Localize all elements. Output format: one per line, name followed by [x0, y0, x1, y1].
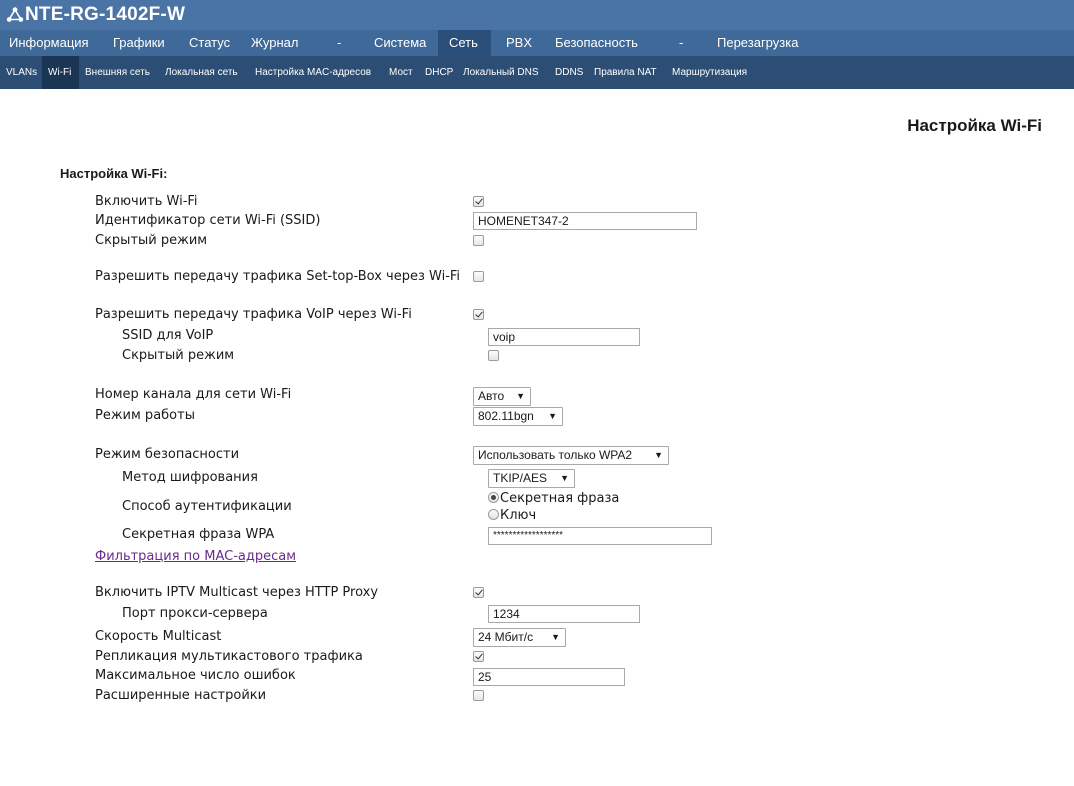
- max-errors-input[interactable]: 25: [473, 668, 625, 686]
- proxy-port-input[interactable]: 1234: [488, 605, 640, 623]
- hidden-mode-checkbox[interactable]: [473, 235, 484, 246]
- tab-dhcp[interactable]: DHCP: [419, 56, 459, 89]
- tab-ddns[interactable]: DDNS: [549, 56, 589, 89]
- max-errors-label: Максимальное число ошибок: [95, 668, 296, 683]
- tab-bridge[interactable]: Мост: [383, 56, 419, 89]
- dropdown-arrow-icon: ▼: [516, 391, 525, 401]
- ssid-label: Идентификатор сети Wi-Fi (SSID): [95, 213, 321, 228]
- iptv-checkbox[interactable]: [473, 587, 484, 598]
- voip-ssid-label: SSID для VoIP: [122, 328, 214, 343]
- auth-label: Способ аутентификации: [122, 499, 292, 514]
- proxy-port-label: Порт прокси-сервера: [122, 606, 268, 621]
- voip-label: Разрешить передачу трафика VoIP через Wi…: [95, 307, 412, 322]
- network-logo-icon: [6, 7, 24, 22]
- hidden-mode-label: Скрытый режим: [95, 233, 208, 248]
- channel-label: Номер канала для сети Wi-Fi: [95, 387, 292, 402]
- stb-label: Разрешить передачу трафика Set-top-Box ч…: [95, 269, 461, 284]
- mode-label: Режим работы: [95, 408, 195, 423]
- tab-vlans[interactable]: VLANs: [0, 56, 43, 89]
- multicast-speed-select-value: 24 Мбит/с: [478, 630, 534, 644]
- menu-item-reboot[interactable]: Перезагрузка: [708, 30, 807, 56]
- tab-routing[interactable]: Маршрутизация: [666, 56, 753, 89]
- voip-checkbox[interactable]: [473, 309, 484, 320]
- replication-label: Репликация мультикастового трафика: [95, 649, 363, 664]
- dropdown-arrow-icon: ▼: [551, 632, 560, 642]
- tab-wan[interactable]: Внешняя сеть: [79, 56, 156, 89]
- mode-select[interactable]: 802.11bgn ▼: [473, 407, 563, 426]
- ssid-input[interactable]: HOMENET347-2: [473, 212, 697, 230]
- tab-lan[interactable]: Локальная сеть: [159, 56, 244, 89]
- encryption-select-value: TKIP/AES: [493, 471, 548, 485]
- mode-select-value: 802.11bgn: [478, 409, 534, 423]
- replication-checkbox[interactable]: [473, 651, 484, 662]
- security-label: Режим безопасности: [95, 447, 240, 462]
- channel-select-value: Авто: [478, 389, 505, 403]
- auth-key-label: Ключ: [500, 508, 537, 523]
- security-select[interactable]: Использовать только WPA2 ▼: [473, 446, 669, 465]
- multicast-speed-select[interactable]: 24 Мбит/с ▼: [473, 628, 566, 647]
- app-title: NTE-RG-1402F-W: [25, 4, 186, 25]
- menu-item-graphs[interactable]: Графики: [104, 30, 174, 56]
- auth-passphrase-label: Секретная фраза: [500, 491, 620, 506]
- main-menu: Информация Графики Статус Журнал - Систе…: [0, 30, 1074, 56]
- menu-item-log[interactable]: Журнал: [242, 30, 307, 56]
- sub-menu: VLANs Wi-Fi Внешняя сеть Локальная сеть …: [0, 56, 1074, 89]
- menu-item-info[interactable]: Информация: [0, 30, 98, 56]
- security-select-value: Использовать только WPA2: [478, 448, 633, 462]
- tab-nat-rules[interactable]: Правила NAT: [588, 56, 663, 89]
- enable-wifi-checkbox[interactable]: [473, 196, 484, 207]
- encryption-select[interactable]: TKIP/AES ▼: [488, 469, 575, 488]
- enable-wifi-label: Включить Wi-Fi: [95, 194, 198, 209]
- auth-passphrase-radio[interactable]: [488, 492, 499, 503]
- auth-key-radio[interactable]: [488, 509, 499, 520]
- channel-select[interactable]: Авто ▼: [473, 387, 531, 406]
- menu-item-network[interactable]: Сеть: [438, 30, 491, 56]
- wpa-phrase-input[interactable]: ******************: [488, 527, 712, 545]
- voip-hidden-checkbox[interactable]: [488, 350, 499, 361]
- advanced-label: Расширенные настройки: [95, 688, 267, 703]
- encryption-label: Метод шифрования: [122, 470, 258, 485]
- voip-hidden-label: Скрытый режим: [122, 348, 235, 363]
- dropdown-arrow-icon: ▼: [548, 411, 557, 421]
- page-title: Настройка Wi-Fi: [907, 116, 1042, 135]
- menu-item-status[interactable]: Статус: [180, 30, 239, 56]
- mac-filter-link[interactable]: Фильтрация по MAC-адресам: [95, 549, 296, 565]
- section-title: Настройка Wi-Fi:: [60, 166, 168, 181]
- app-logo: NTE-RG-1402F-W: [6, 3, 185, 27]
- tab-wifi[interactable]: Wi-Fi: [42, 56, 79, 89]
- wpa-phrase-label: Секретная фраза WPA: [122, 527, 275, 542]
- multicast-speed-label: Скорость Multicast: [95, 629, 222, 644]
- header-bar: NTE-RG-1402F-W: [0, 0, 1074, 30]
- menu-separator: -: [337, 35, 342, 50]
- iptv-label: Включить IPTV Multicast через HTTP Proxy: [95, 585, 379, 600]
- dropdown-arrow-icon: ▼: [560, 473, 569, 483]
- voip-ssid-input[interactable]: voip: [488, 328, 640, 346]
- tab-mac-settings[interactable]: Настройка MAC-адресов: [249, 56, 377, 89]
- menu-item-security[interactable]: Безопасность: [546, 30, 647, 56]
- advanced-checkbox[interactable]: [473, 690, 484, 701]
- menu-item-system[interactable]: Система: [365, 30, 435, 56]
- menu-item-pbx[interactable]: PBX: [497, 30, 541, 56]
- dropdown-arrow-icon: ▼: [654, 450, 663, 460]
- menu-separator: -: [679, 35, 684, 50]
- stb-checkbox[interactable]: [473, 271, 484, 282]
- tab-local-dns[interactable]: Локальный DNS: [457, 56, 545, 89]
